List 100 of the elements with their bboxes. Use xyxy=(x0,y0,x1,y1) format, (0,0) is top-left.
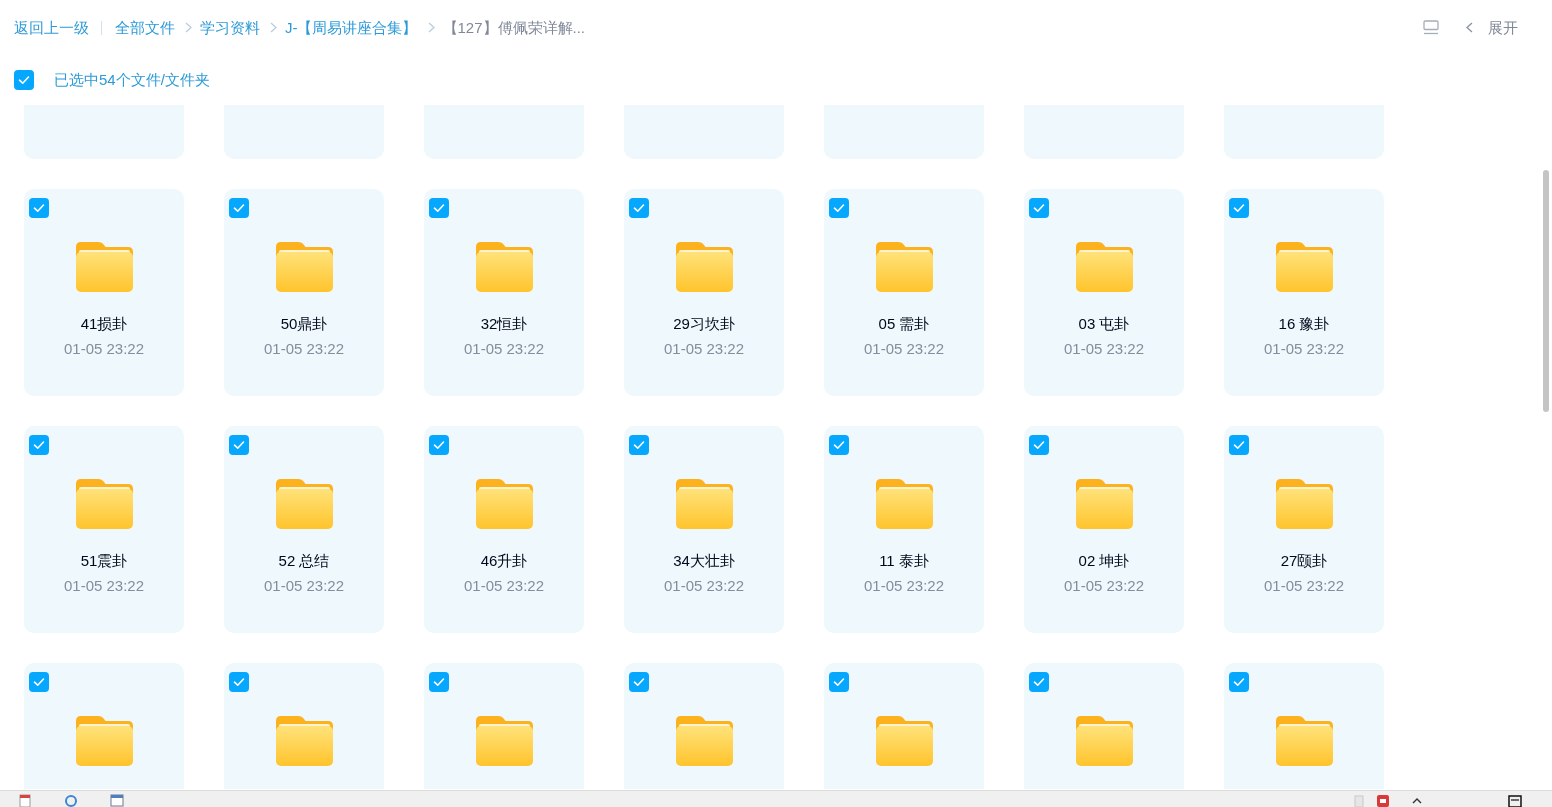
checkbox[interactable] xyxy=(629,435,649,455)
folder-name: 11 泰卦 xyxy=(879,551,929,571)
checkbox[interactable] xyxy=(1229,435,1249,455)
checkbox[interactable] xyxy=(429,198,449,218)
folder-icon xyxy=(275,479,333,529)
checkbox[interactable] xyxy=(229,198,249,218)
folder-icon xyxy=(675,479,733,529)
folder-card[interactable]: 41损卦 01-05 23:22 xyxy=(24,189,184,396)
modified-date: 01-05 23:22 xyxy=(1263,339,1345,359)
folder-card[interactable]: 03 屯卦 01-05 23:22 xyxy=(1024,189,1184,396)
checkbox[interactable] xyxy=(1029,672,1049,692)
folder-card[interactable]: 32恒卦 01-05 23:22 xyxy=(424,189,584,396)
modified-date: 01-05 23:22 xyxy=(263,576,345,596)
modified-date: 01-05 23:22 xyxy=(263,339,345,359)
folder-card[interactable] xyxy=(824,663,984,789)
app-tile-icon[interactable] xyxy=(1376,794,1390,807)
folder-icon xyxy=(675,716,733,766)
folder-card[interactable] xyxy=(224,663,384,789)
checkbox[interactable] xyxy=(1029,435,1049,455)
folder-card[interactable]: 11 泰卦 01-05 23:22 xyxy=(824,426,984,633)
checkbox[interactable] xyxy=(14,70,34,90)
checkbox[interactable] xyxy=(29,198,49,218)
checkbox[interactable] xyxy=(829,198,849,218)
checkbox[interactable] xyxy=(29,435,49,455)
modified-date: 01-05 23:22 xyxy=(863,339,945,359)
folder-icon xyxy=(1075,242,1133,292)
modified-date: 01-05 23:22 xyxy=(463,576,545,596)
folder-icon xyxy=(1075,479,1133,529)
window-icon[interactable] xyxy=(110,794,124,807)
folder-icon xyxy=(475,716,533,766)
folder-icon xyxy=(875,242,933,292)
folder-name: 29习坎卦 xyxy=(673,314,735,334)
folder-name: 03 屯卦 xyxy=(1078,314,1130,334)
folder-card[interactable]: 46升卦 01-05 23:22 xyxy=(424,426,584,633)
folder-icon xyxy=(1275,716,1333,766)
folder-name: 05 需卦 xyxy=(878,314,930,334)
folder-icon xyxy=(1075,716,1133,766)
checkbox[interactable] xyxy=(629,198,649,218)
checkbox[interactable] xyxy=(29,672,49,692)
checkbox[interactable] xyxy=(1229,672,1249,692)
modified-date: 01-05 23:22 xyxy=(63,339,145,359)
folder-card[interactable]: 29习坎卦 01-05 23:22 xyxy=(624,189,784,396)
folder-icon xyxy=(875,716,933,766)
folder-name: 34大壮卦 xyxy=(673,551,735,571)
modified-date: 01-05 23:22 xyxy=(863,576,945,596)
document-icon[interactable] xyxy=(18,794,32,807)
notification-icon[interactable] xyxy=(1508,794,1522,807)
scrollbar-thumb[interactable] xyxy=(1543,170,1549,412)
folder-card[interactable]: 51震卦 01-05 23:22 xyxy=(24,426,184,633)
expand-button[interactable]: 展开 xyxy=(1466,17,1518,38)
folder-name: 16 豫卦 xyxy=(1278,314,1330,334)
folder-name: 02 坤卦 xyxy=(1078,551,1130,571)
checkbox[interactable] xyxy=(829,435,849,455)
folder-card[interactable] xyxy=(24,663,184,789)
tray-icon[interactable] xyxy=(1352,794,1366,807)
folder-card[interactable] xyxy=(1224,663,1384,789)
breadcrumb-current[interactable]: 【127】傅佩荣详解... xyxy=(442,17,586,38)
modified-date: 01-05 23:22 xyxy=(1263,576,1345,596)
folder-card[interactable] xyxy=(424,663,584,789)
modified-date: 01-05 23:22 xyxy=(1063,339,1145,359)
folder-card[interactable]: 16 豫卦 01-05 23:22 xyxy=(1224,189,1384,396)
folder-card[interactable]: 02 坤卦 01-05 23:22 xyxy=(1024,426,1184,633)
folder-icon xyxy=(75,716,133,766)
checkbox[interactable] xyxy=(429,672,449,692)
checkbox[interactable] xyxy=(629,672,649,692)
checkbox[interactable] xyxy=(1229,198,1249,218)
folder-card[interactable]: 52 总结 01-05 23:22 xyxy=(224,426,384,633)
folder-name: 50鼎卦 xyxy=(280,314,328,334)
folder-card[interactable]: 05 需卦 01-05 23:22 xyxy=(824,189,984,396)
folder-name: 27颐卦 xyxy=(1280,551,1328,571)
checkbox[interactable] xyxy=(229,672,249,692)
checkbox[interactable] xyxy=(829,672,849,692)
ring-icon[interactable] xyxy=(64,794,78,807)
folder-card[interactable] xyxy=(624,663,784,789)
modified-date: 01-05 23:22 xyxy=(663,339,745,359)
modified-date: 01-05 23:22 xyxy=(1063,576,1145,596)
chevron-right-icon xyxy=(427,22,435,33)
list-view-icon[interactable] xyxy=(1423,19,1439,36)
folder-icon xyxy=(475,479,533,529)
folder-name: 46升卦 xyxy=(480,551,528,571)
chevron-right-icon xyxy=(270,22,277,33)
folder-icon xyxy=(1275,242,1333,292)
folder-name: 52 总结 xyxy=(278,551,330,571)
folder-card[interactable]: 34大壮卦 01-05 23:22 xyxy=(624,426,784,633)
folder-name: 51震卦 xyxy=(80,551,128,571)
selection-count: 已选中54个文件/文件夹 xyxy=(54,70,210,90)
folder-card[interactable] xyxy=(1024,663,1184,789)
checkbox[interactable] xyxy=(429,435,449,455)
folder-icon xyxy=(275,242,333,292)
chevron-left-icon xyxy=(1466,22,1473,33)
modified-date: 01-05 23:22 xyxy=(663,576,745,596)
folder-card[interactable]: 50鼎卦 01-05 23:22 xyxy=(224,189,384,396)
folder-card[interactable]: 27颐卦 01-05 23:22 xyxy=(1224,426,1384,633)
chevron-right-icon xyxy=(185,22,192,33)
folder-icon xyxy=(275,716,333,766)
checkbox[interactable] xyxy=(229,435,249,455)
folder-icon xyxy=(75,242,133,292)
checkbox[interactable] xyxy=(1029,198,1049,218)
folder-name: 41损卦 xyxy=(80,314,128,334)
folder-icon xyxy=(675,242,733,292)
